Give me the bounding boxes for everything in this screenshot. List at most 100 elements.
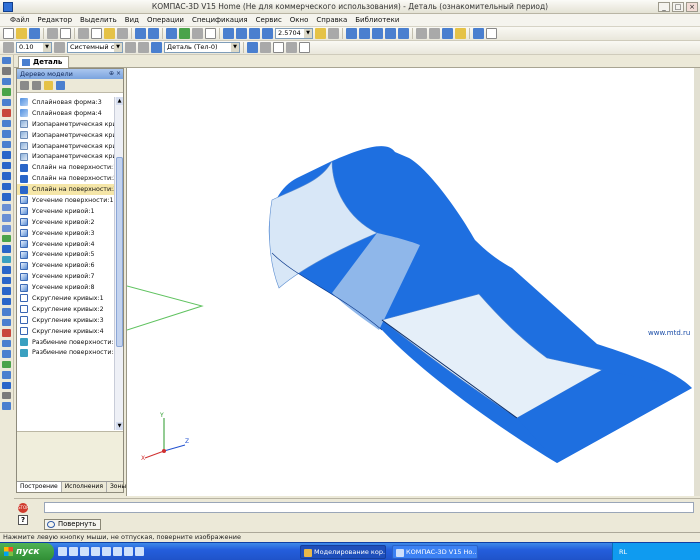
tree-structure-icon[interactable] bbox=[20, 81, 29, 90]
scroll-up-icon[interactable]: ▲ bbox=[116, 97, 123, 105]
tree-item[interactable]: Усечение поверхности:1 bbox=[17, 195, 115, 206]
start-button[interactable]: пуск bbox=[0, 543, 54, 560]
filter-icon[interactable] bbox=[2, 119, 11, 128]
elements-icon[interactable] bbox=[2, 151, 11, 159]
auxiliary-geometry-icon[interactable] bbox=[2, 88, 11, 96]
cut-icon[interactable] bbox=[78, 28, 89, 39]
tools-icon[interactable] bbox=[2, 392, 11, 400]
format-painter-icon[interactable] bbox=[117, 28, 128, 39]
panel-pin-close-icon[interactable]: ⊕ × bbox=[109, 69, 121, 79]
tree-item[interactable]: Скругление кривых:4 bbox=[17, 326, 115, 337]
tree-item[interactable]: Сплайновая форма:3 bbox=[17, 97, 115, 108]
tree-item[interactable]: Усечение кривой:2 bbox=[17, 217, 115, 228]
redo-icon[interactable] bbox=[148, 28, 159, 39]
plane-icon[interactable] bbox=[273, 42, 284, 53]
minimize-button[interactable]: _ bbox=[658, 2, 670, 12]
new-file-icon[interactable] bbox=[3, 28, 14, 39]
rebuild-icon[interactable] bbox=[473, 28, 484, 39]
desktop-icon[interactable] bbox=[80, 547, 89, 556]
3d-viewport[interactable]: Y Z X bbox=[126, 68, 700, 496]
stop-icon[interactable]: STOP bbox=[18, 503, 29, 513]
scroll-down-icon[interactable]: ▼ bbox=[116, 422, 123, 430]
extend-icon[interactable] bbox=[2, 360, 11, 369]
sketch-icon[interactable] bbox=[2, 308, 11, 316]
tree-item[interactable]: Сплайн на поверхности:3 bbox=[17, 184, 115, 196]
taskbar-item-word[interactable]: Моделирование кор... bbox=[300, 545, 386, 559]
tree-order-icon[interactable] bbox=[32, 81, 41, 90]
tab-construction[interactable]: Построение bbox=[17, 482, 62, 492]
display-mode-icon[interactable] bbox=[247, 42, 258, 53]
tree-item[interactable]: Усечение кривой:5 bbox=[17, 249, 115, 260]
thread-icon[interactable] bbox=[2, 297, 11, 306]
mirror-icon[interactable] bbox=[2, 276, 11, 285]
undo-icon[interactable] bbox=[135, 28, 146, 39]
selection-icon[interactable] bbox=[260, 42, 271, 53]
rib-icon[interactable] bbox=[2, 234, 11, 243]
line-width-combo[interactable]: 0.10 ▼ bbox=[16, 42, 52, 53]
menu-libraries[interactable]: Библиотеки bbox=[351, 14, 403, 27]
taskbar-item-kompas[interactable]: КОМПАС-3D V15 Ho... bbox=[392, 545, 478, 559]
hole-icon[interactable] bbox=[2, 224, 11, 232]
zoom-in-icon[interactable] bbox=[236, 28, 247, 39]
explorer-icon[interactable] bbox=[69, 547, 78, 556]
grid-icon[interactable] bbox=[138, 42, 149, 53]
extrude-icon[interactable] bbox=[2, 161, 11, 170]
coordinate-system-icon[interactable] bbox=[151, 42, 162, 53]
command-input[interactable] bbox=[44, 502, 694, 513]
measure-icon[interactable] bbox=[2, 109, 11, 117]
part-combo[interactable]: Деталь (Тел-0) ▼ bbox=[164, 42, 240, 53]
shaded-edges-icon[interactable] bbox=[385, 28, 396, 39]
menu-view[interactable]: Вид bbox=[121, 14, 143, 27]
tree-item[interactable]: Скругление кривых:3 bbox=[17, 315, 115, 326]
edit-part-icon[interactable] bbox=[2, 57, 11, 65]
patch-icon[interactable] bbox=[2, 339, 11, 348]
orientation-icon[interactable] bbox=[328, 28, 339, 39]
section-icon[interactable] bbox=[486, 28, 497, 39]
layer-manager-icon[interactable] bbox=[125, 42, 136, 53]
scroll-thumb[interactable] bbox=[116, 157, 123, 347]
tree-item[interactable]: Изопараметрическая кривая bbox=[17, 119, 115, 130]
app-icon[interactable] bbox=[135, 547, 144, 556]
settings-icon[interactable] bbox=[2, 402, 11, 410]
close-button[interactable]: × bbox=[686, 2, 698, 12]
tree-item[interactable]: Сплайновая форма:4 bbox=[17, 108, 115, 119]
stamp-icon[interactable] bbox=[2, 318, 11, 327]
maximize-button[interactable]: □ bbox=[672, 2, 684, 12]
slope-icon[interactable] bbox=[2, 255, 11, 264]
tree-item[interactable]: Усечение кривой:6 bbox=[17, 260, 115, 271]
menu-file[interactable]: Файл bbox=[6, 14, 33, 27]
language-indicator[interactable]: RL bbox=[619, 548, 627, 556]
zoom-scale-combo[interactable]: 2.5704 ▼ bbox=[275, 28, 313, 39]
menu-operations[interactable]: Операции bbox=[143, 14, 188, 27]
save-icon[interactable] bbox=[29, 28, 40, 39]
tab-versions[interactable]: Исполнения bbox=[62, 482, 107, 492]
open-file-icon[interactable] bbox=[16, 28, 27, 39]
tree-item[interactable]: Усечение кривой:7 bbox=[17, 271, 115, 282]
tree-item[interactable]: Усечение кривой:1 bbox=[17, 206, 115, 217]
kinematic-icon[interactable] bbox=[2, 182, 11, 191]
fillet-icon[interactable] bbox=[2, 203, 11, 212]
tree-item[interactable]: Усечение кривой:3 bbox=[17, 228, 115, 239]
rotate-icon[interactable] bbox=[315, 28, 326, 39]
snap-icon[interactable] bbox=[429, 28, 440, 39]
surfaces-icon[interactable] bbox=[2, 77, 11, 86]
wireframe-icon[interactable] bbox=[346, 28, 357, 39]
move-icon[interactable] bbox=[3, 42, 14, 53]
help-cursor-icon[interactable] bbox=[205, 28, 216, 39]
menu-window[interactable]: Окно bbox=[286, 14, 313, 27]
menu-service[interactable]: Сервис bbox=[252, 14, 286, 27]
tree-item[interactable]: Сплайн на поверхности:2 bbox=[17, 173, 115, 184]
tree-item[interactable]: Изопараметрическая кривая bbox=[17, 141, 115, 152]
shell-icon[interactable] bbox=[2, 245, 11, 253]
tree-item[interactable]: Сплайн на поверхности:1 bbox=[17, 162, 115, 173]
sew-icon[interactable] bbox=[2, 350, 11, 358]
app-icon[interactable] bbox=[124, 547, 133, 556]
tree-view-icon[interactable] bbox=[56, 81, 65, 90]
tree-scrollbar[interactable]: ▲ ▼ bbox=[114, 97, 123, 430]
trim-icon[interactable] bbox=[2, 381, 11, 389]
menu-help[interactable]: Справка bbox=[312, 14, 351, 27]
layer-state-icon[interactable] bbox=[54, 42, 65, 53]
layer-combo[interactable]: Системный слой (0)▼ bbox=[67, 42, 123, 53]
array-icon[interactable] bbox=[2, 287, 11, 295]
help-icon[interactable]: ? bbox=[18, 515, 28, 525]
